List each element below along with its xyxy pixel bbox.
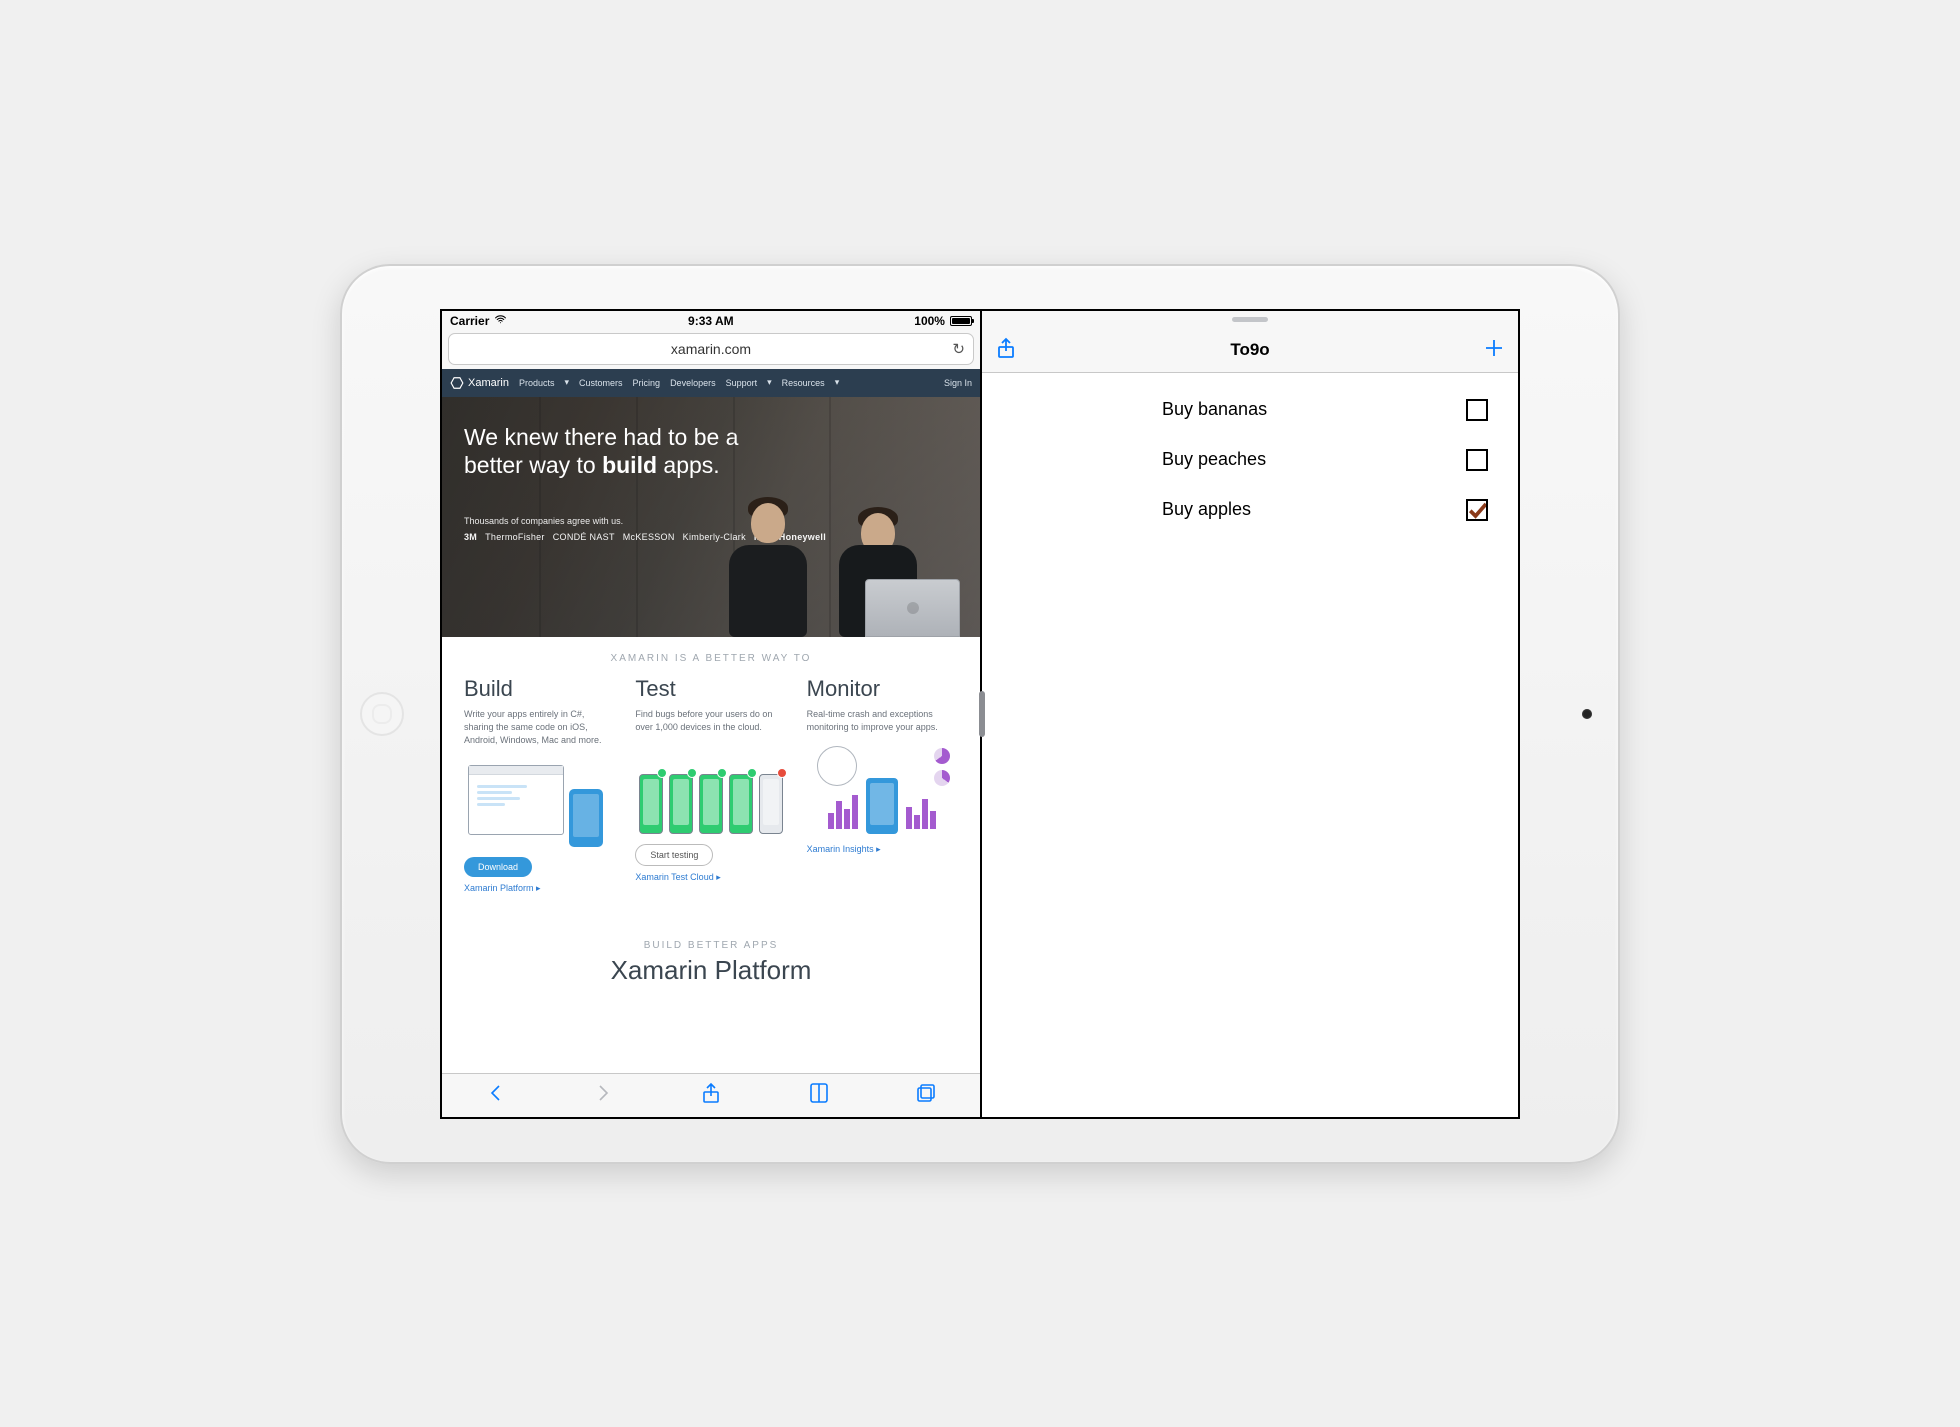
col-desc: Write your apps entirely in C#, sharing … bbox=[464, 708, 615, 747]
split-view-handle[interactable] bbox=[979, 691, 985, 737]
platform-heading: Xamarin Platform bbox=[442, 955, 980, 986]
tabs-button[interactable] bbox=[914, 1081, 938, 1110]
tagline: XAMARIN IS A BETTER WAY TO bbox=[442, 637, 980, 676]
checkbox-unchecked-icon[interactable] bbox=[1466, 399, 1488, 421]
todo-pane: To9o Buy bananas Buy peaches Buy apples bbox=[982, 311, 1518, 1117]
checkbox-checked-icon[interactable] bbox=[1466, 499, 1488, 521]
feature-columns: Build Write your apps entirely in C#, sh… bbox=[442, 676, 980, 904]
nav-item[interactable]: Customers bbox=[579, 378, 623, 388]
col-monitor: Monitor Real-time crash and exceptions m… bbox=[801, 676, 964, 894]
platform-link[interactable]: Xamarin Platform ▸ bbox=[464, 883, 615, 894]
nav-item[interactable]: Developers bbox=[670, 378, 716, 388]
checkbox-unchecked-icon[interactable] bbox=[1466, 449, 1488, 471]
col-test: Test Find bugs before your users do on o… bbox=[629, 676, 792, 894]
app-title: To9o bbox=[1230, 340, 1269, 360]
site-nav: Xamarin Products▾ Customers Pricing Deve… bbox=[442, 369, 980, 397]
ipad-frame: Carrier 9:33 AM 100% xamarin.com ↻ bbox=[340, 264, 1620, 1164]
safari-pane: Carrier 9:33 AM 100% xamarin.com ↻ bbox=[442, 311, 982, 1117]
todo-row[interactable]: Buy bananas bbox=[1010, 385, 1490, 435]
url-text: xamarin.com bbox=[671, 341, 751, 357]
wifi-icon bbox=[494, 313, 507, 329]
col-desc: Find bugs before your users do on over 1… bbox=[635, 708, 786, 734]
share-button[interactable] bbox=[699, 1081, 723, 1110]
home-button[interactable] bbox=[360, 692, 404, 736]
col-desc: Real-time crash and exceptions monitorin… bbox=[807, 708, 958, 734]
add-button[interactable] bbox=[1482, 336, 1506, 365]
bookmarks-button[interactable] bbox=[807, 1081, 831, 1110]
camera-dot bbox=[1582, 709, 1592, 719]
screen: Carrier 9:33 AM 100% xamarin.com ↻ bbox=[440, 309, 1520, 1119]
nav-item[interactable]: Products bbox=[519, 378, 555, 388]
todo-row[interactable]: Buy apples bbox=[1010, 485, 1490, 535]
todo-row[interactable]: Buy peaches bbox=[1010, 435, 1490, 485]
battery-icon bbox=[950, 316, 972, 326]
hero: We knew there had to be a better way to … bbox=[442, 397, 980, 637]
safari-toolbar bbox=[442, 1073, 980, 1117]
hero-illustration bbox=[690, 477, 970, 637]
reload-icon[interactable]: ↻ bbox=[952, 340, 965, 358]
testcloud-link[interactable]: Xamarin Test Cloud ▸ bbox=[635, 872, 786, 883]
clock-label: 9:33 AM bbox=[688, 314, 734, 328]
back-button[interactable] bbox=[484, 1081, 508, 1110]
brand-logo[interactable]: Xamarin bbox=[450, 376, 509, 390]
nav-item[interactable]: Support bbox=[726, 378, 758, 388]
carrier-label: Carrier bbox=[450, 314, 489, 328]
nav-item[interactable]: Pricing bbox=[633, 378, 661, 388]
webpage[interactable]: Xamarin Products▾ Customers Pricing Deve… bbox=[442, 369, 980, 1073]
todo-label: Buy bananas bbox=[1012, 399, 1466, 420]
test-illustration bbox=[635, 748, 786, 834]
brand-text: Xamarin bbox=[468, 377, 509, 389]
start-testing-button[interactable]: Start testing bbox=[635, 844, 713, 866]
forward-button[interactable] bbox=[591, 1081, 615, 1110]
monitor-illustration bbox=[807, 748, 958, 834]
status-bar: Carrier 9:33 AM 100% bbox=[442, 311, 980, 331]
col-heading: Monitor bbox=[807, 676, 958, 702]
battery-pct: 100% bbox=[914, 314, 945, 328]
address-bar[interactable]: xamarin.com ↻ bbox=[448, 333, 974, 365]
signin-link[interactable]: Sign In bbox=[944, 378, 972, 388]
insights-link[interactable]: Xamarin Insights ▸ bbox=[807, 844, 958, 855]
todo-label: Buy apples bbox=[1012, 499, 1466, 520]
todo-label: Buy peaches bbox=[1012, 449, 1466, 470]
todo-list[interactable]: Buy bananas Buy peaches Buy apples bbox=[982, 373, 1518, 1117]
share-button[interactable] bbox=[994, 336, 1018, 365]
col-build: Build Write your apps entirely in C#, sh… bbox=[458, 676, 621, 894]
col-heading: Test bbox=[635, 676, 786, 702]
todo-header: To9o bbox=[982, 329, 1518, 373]
slideover-handle[interactable] bbox=[982, 311, 1518, 329]
col-heading: Build bbox=[464, 676, 615, 702]
platform-tag: BUILD BETTER APPS bbox=[442, 940, 980, 951]
nav-item[interactable]: Resources bbox=[782, 378, 825, 388]
build-illustration bbox=[464, 761, 615, 847]
download-button[interactable]: Download bbox=[464, 857, 532, 877]
hero-heading: We knew there had to be a better way to … bbox=[464, 423, 958, 481]
